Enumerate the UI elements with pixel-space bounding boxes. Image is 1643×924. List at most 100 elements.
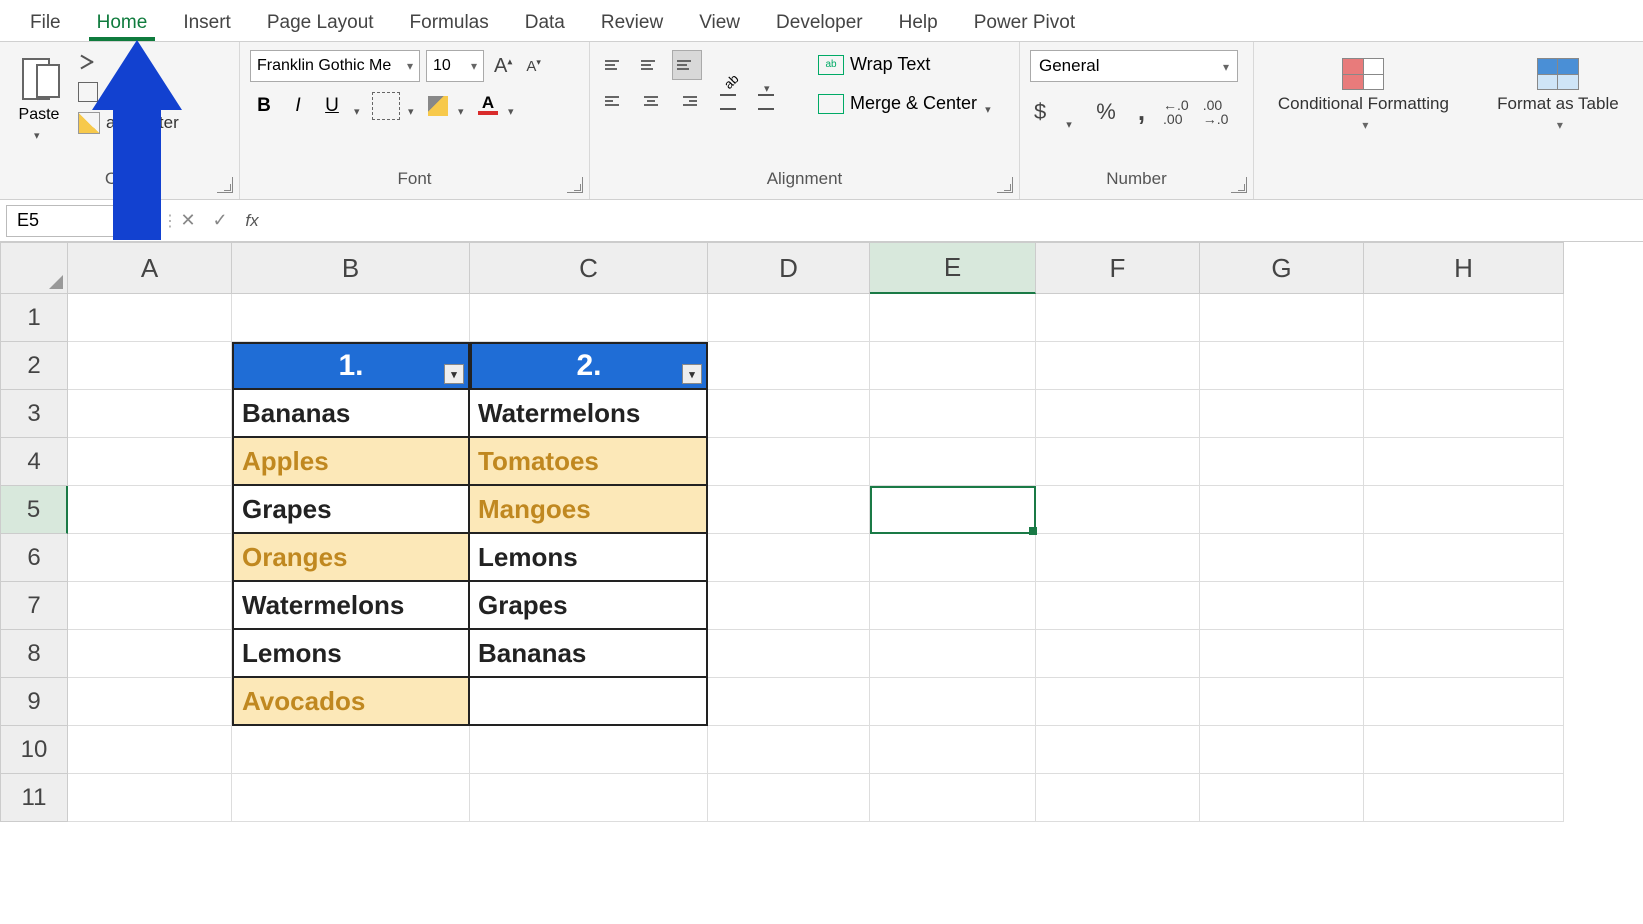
cell-H8[interactable] [1364,630,1564,678]
cell-D2[interactable] [708,342,870,390]
number-format-combo[interactable]: General [1030,50,1238,82]
percent-format-button[interactable]: % [1092,97,1120,127]
decrease-decimal-button[interactable]: .00→.0 [1203,98,1229,126]
copy-button[interactable] [76,80,181,104]
enter-formula-button[interactable]: ✓ [204,205,236,237]
comma-format-button[interactable]: , [1134,94,1149,129]
cell-D4[interactable] [708,438,870,486]
column-header-E[interactable]: E [870,242,1036,294]
bold-button[interactable]: B [250,92,278,120]
cell-C5[interactable]: Mangoes [470,486,708,534]
merge-center-button[interactable]: Merge & Center [814,89,1001,118]
cell-G1[interactable] [1200,294,1364,342]
cell-G4[interactable] [1200,438,1364,486]
cell-G8[interactable] [1200,630,1364,678]
tab-file[interactable]: File [12,4,79,41]
formula-input[interactable] [268,205,1643,237]
cell-F11[interactable] [1036,774,1200,822]
cell-G10[interactable] [1200,726,1364,774]
row-header-9[interactable]: 9 [0,678,68,726]
cell-C1[interactable] [470,294,708,342]
cell-E9[interactable] [870,678,1036,726]
cell-E6[interactable] [870,534,1036,582]
font-dialog-launcher[interactable] [567,177,583,193]
wrap-text-button[interactable]: ab Wrap Text [814,50,1001,79]
column-header-F[interactable]: F [1036,242,1200,294]
cell-H4[interactable] [1364,438,1564,486]
insert-function-button[interactable]: fx [236,205,268,237]
cell-B8[interactable]: Lemons [232,630,470,678]
paste-dropdown[interactable] [34,126,46,134]
decrease-font-button[interactable]: A▾ [522,55,545,77]
cut-button[interactable] [76,50,181,74]
tab-page-layout[interactable]: Page Layout [249,4,392,41]
cell-G3[interactable] [1200,390,1364,438]
font-color-dropdown[interactable] [508,102,520,110]
increase-decimal-button[interactable]: ←.0.00 [1163,98,1189,126]
row-header-8[interactable]: 8 [0,630,68,678]
cell-A1[interactable] [68,294,232,342]
increase-font-button[interactable]: A▴ [490,53,516,80]
tab-insert[interactable]: Insert [165,4,249,41]
conditional-formatting-button[interactable]: Conditional Formatting [1264,56,1463,137]
cell-F1[interactable] [1036,294,1200,342]
align-right-button[interactable] [672,86,702,116]
cell-C11[interactable] [470,774,708,822]
cell-F7[interactable] [1036,582,1200,630]
tab-home[interactable]: Home [79,4,166,41]
cell-C4[interactable]: Tomatoes [470,438,708,486]
cell-A2[interactable] [68,342,232,390]
cell-B2[interactable]: 1.▾ [232,342,470,390]
row-header-3[interactable]: 3 [0,390,68,438]
cell-G7[interactable] [1200,582,1364,630]
cell-H1[interactable] [1364,294,1564,342]
cell-B5[interactable]: Grapes [232,486,470,534]
align-left-button[interactable] [600,86,630,116]
cell-F3[interactable] [1036,390,1200,438]
cell-B7[interactable]: Watermelons [232,582,470,630]
cell-H9[interactable] [1364,678,1564,726]
cell-F9[interactable] [1036,678,1200,726]
cell-E2[interactable] [870,342,1036,390]
cell-F5[interactable] [1036,486,1200,534]
cell-A5[interactable] [68,486,232,534]
cell-F2[interactable] [1036,342,1200,390]
format-as-table-button[interactable]: Format as Table [1483,56,1633,137]
orientation-dropdown[interactable] [764,79,776,87]
cell-E10[interactable] [870,726,1036,774]
cell-H10[interactable] [1364,726,1564,774]
cell-A11[interactable] [68,774,232,822]
cell-G5[interactable] [1200,486,1364,534]
cell-H6[interactable] [1364,534,1564,582]
paste-button[interactable]: Paste [10,50,68,136]
cell-E7[interactable] [870,582,1036,630]
column-header-C[interactable]: C [470,242,708,294]
cell-C8[interactable]: Bananas [470,630,708,678]
cell-B10[interactable] [232,726,470,774]
cell-C7[interactable]: Grapes [470,582,708,630]
cell-A9[interactable] [68,678,232,726]
cell-D11[interactable] [708,774,870,822]
tab-developer[interactable]: Developer [758,4,881,41]
borders-button[interactable] [372,92,400,120]
cell-B4[interactable]: Apples [232,438,470,486]
merge-dropdown[interactable] [985,100,997,108]
align-top-button[interactable] [600,50,630,80]
cell-D3[interactable] [708,390,870,438]
row-header-7[interactable]: 7 [0,582,68,630]
cell-A8[interactable] [68,630,232,678]
cell-D7[interactable] [708,582,870,630]
column-header-A[interactable]: A [68,242,232,294]
row-header-5[interactable]: 5 [0,486,68,534]
select-all-corner[interactable] [0,242,68,294]
column-header-G[interactable]: G [1200,242,1364,294]
cell-A4[interactable] [68,438,232,486]
tab-data[interactable]: Data [507,4,583,41]
cell-G9[interactable] [1200,678,1364,726]
increase-indent-button[interactable] [758,88,786,116]
align-bottom-button[interactable] [672,50,702,80]
row-header-2[interactable]: 2 [0,342,68,390]
cell-B3[interactable]: Bananas [232,390,470,438]
number-dialog-launcher[interactable] [1231,177,1247,193]
row-header-6[interactable]: 6 [0,534,68,582]
